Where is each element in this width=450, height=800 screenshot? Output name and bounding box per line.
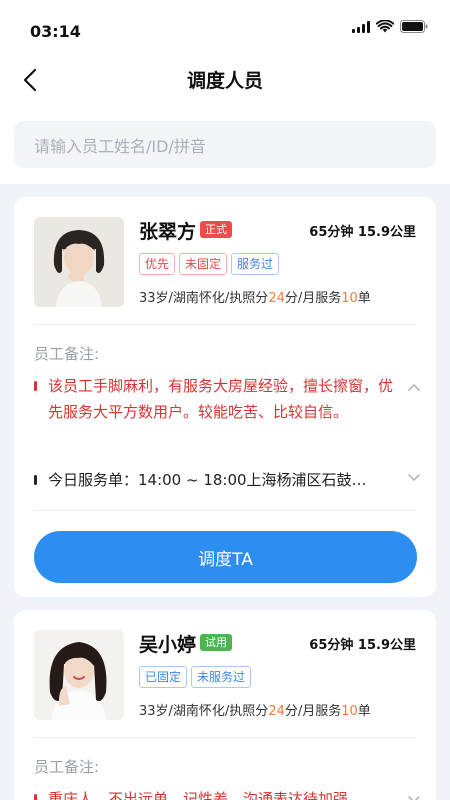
- employee-note: 该员工手脚麻利，有服务大房屋经验，擅长擦窗，优先服务大平方数用户。较能吃苦、比较…: [34, 373, 396, 425]
- divider: [34, 324, 416, 325]
- expand-button[interactable]: [406, 470, 422, 486]
- dispatch-button[interactable]: 调度TA: [34, 531, 417, 583]
- status-icons: [352, 20, 428, 33]
- employee-name: 张翠方: [139, 221, 197, 243]
- search-placeholder: 请输入员工姓名/ID/拼音: [34, 136, 206, 156]
- search-input[interactable]: 请输入员工姓名/ID/拼音: [14, 121, 436, 168]
- monthly-order-count: 10: [341, 291, 358, 306]
- page-title: 调度人员: [186, 70, 263, 92]
- distance-text: 65分钟 15.9公里: [309, 225, 416, 240]
- distance-text: 65分钟 15.9公里: [309, 638, 416, 653]
- signal-icon: [352, 20, 370, 33]
- divider: [34, 510, 416, 511]
- employee-name: 吴小婷: [139, 634, 197, 656]
- employee-info: 33岁/湖南怀化/执照分24分/月服务10单: [139, 704, 371, 719]
- status-badge: 试用: [200, 634, 232, 651]
- employee-card: 吴小婷 试用 65分钟 15.9公里 已固定 未服务过 33岁/湖南怀化/执照分…: [14, 610, 436, 800]
- divider: [34, 737, 416, 738]
- status-time: 03:14: [30, 22, 81, 41]
- chevron-down-icon: [408, 474, 420, 482]
- license-score: 24: [268, 291, 285, 306]
- tag-unfixed: 未固定: [179, 253, 228, 275]
- collapse-button[interactable]: [406, 379, 422, 395]
- tag-not-served: 未服务过: [191, 666, 252, 688]
- status-bar: 03:14: [0, 0, 450, 60]
- tag-priority: 优先: [139, 253, 176, 275]
- expand-button[interactable]: [406, 792, 422, 800]
- avatar: [34, 630, 124, 720]
- chevron-down-icon: [408, 796, 420, 800]
- avatar: [34, 217, 124, 307]
- tag-list: 优先 未固定 服务过: [139, 253, 280, 275]
- employee-card: 张翠方 正式 65分钟 15.9公里 优先 未固定 服务过 33岁/湖南怀化/执…: [14, 197, 436, 597]
- license-score: 24: [268, 704, 285, 719]
- header-area: 03:14 调度人员 请输入员工姓名/ID/拼音: [0, 0, 450, 184]
- wifi-icon: [376, 20, 394, 33]
- monthly-order-count: 10: [341, 704, 358, 719]
- tag-fixed: 已固定: [139, 666, 188, 688]
- chevron-up-icon: [408, 383, 420, 391]
- status-badge: 正式: [200, 221, 232, 238]
- tag-list: 已固定 未服务过: [139, 666, 252, 688]
- notes-label: 员工备注:: [34, 345, 100, 363]
- today-order: 今日服务单：14:00 ~ 18:00上海杨浦区石鼓…: [34, 467, 396, 493]
- employee-info: 33岁/湖南怀化/执照分24分/月服务10单: [139, 291, 371, 306]
- notes-label: 员工备注:: [34, 758, 100, 776]
- battery-icon: [400, 20, 428, 33]
- nav-bar: 调度人员: [0, 56, 450, 104]
- employee-note: 重庆人，不出远单，记性差，沟通表达待加强: [34, 786, 396, 800]
- tag-served: 服务过: [231, 253, 280, 275]
